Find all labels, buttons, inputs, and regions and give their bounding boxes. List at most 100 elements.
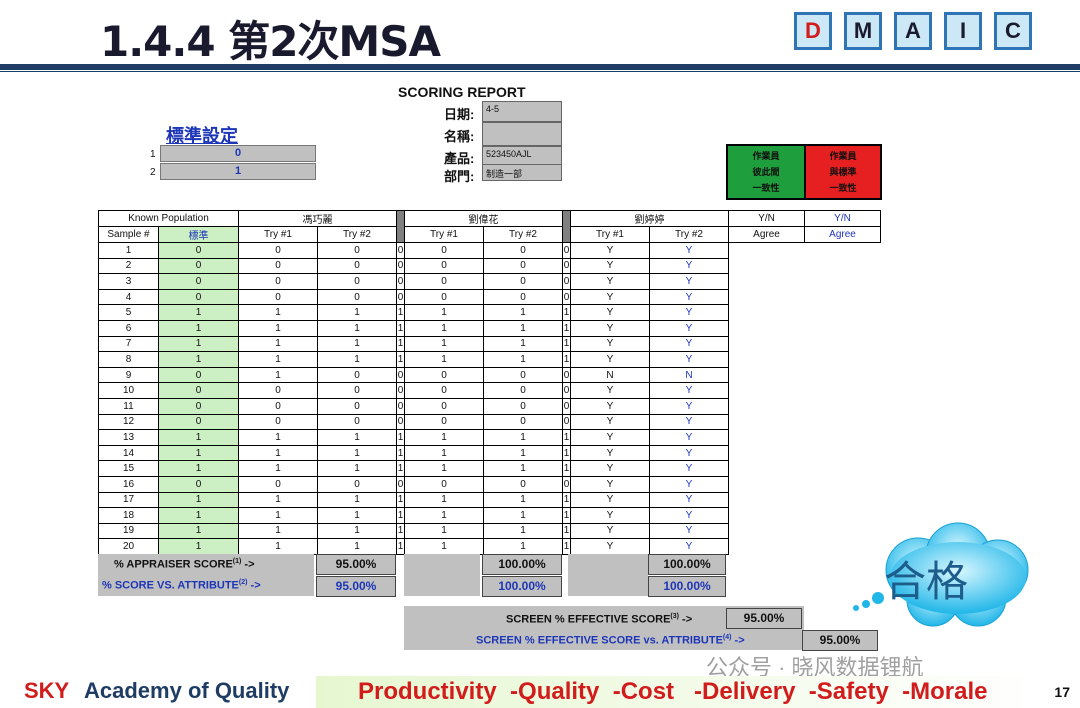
table-row: 13 1 1 1 1 1 1 1 Y Y (98, 429, 881, 446)
table-cell: 0 (317, 382, 397, 399)
slide-title: 1.4.4 第2次MSA (100, 17, 441, 66)
table-cell: Y (649, 429, 729, 446)
table-cell: Y (570, 507, 650, 524)
table-cell: 1 (158, 335, 239, 353)
screen-score-text: SCREEN % EFFECTIVE SCORE (506, 613, 671, 626)
table-cell: 0 (483, 397, 563, 415)
table-cell: 0 (317, 366, 397, 384)
table-cell: 0 (158, 397, 239, 415)
table-cell: 0 (238, 242, 318, 259)
appraiser-1-score: 95.00% (316, 554, 396, 575)
table-cell: Y (570, 491, 650, 509)
table-cell: Y (649, 382, 729, 399)
table-cell: 1 (396, 429, 405, 446)
table-cell: 0 (158, 288, 239, 306)
table-cell: 1 (317, 538, 397, 555)
appraiser-1-attribute-score: 95.00% (316, 576, 396, 597)
table-cell: 1 (158, 491, 239, 509)
table-row: 51111111YY (98, 304, 881, 321)
table-cell: 1 (562, 491, 571, 509)
table-cell: 2 (98, 257, 159, 275)
table-cell: 0 (238, 475, 318, 493)
table-row: 81111111YY (98, 351, 881, 368)
table-cell: Y (570, 319, 650, 337)
table-cell: 0 (562, 288, 571, 306)
table-cell: 0 (317, 288, 397, 306)
name-label: 名稱: (444, 129, 475, 144)
table-cell: 1 (317, 319, 397, 337)
table-cell: 0 (562, 242, 571, 259)
table-cell: Y (649, 491, 729, 509)
table-row: 10 0 0 0 0 0 0 0 Y Y (98, 382, 881, 399)
table-row: 14 1 1 1 1 1 1 1 Y Y (98, 444, 881, 462)
page-number: 17 (1054, 684, 1070, 700)
table-cell: 1 (404, 429, 484, 446)
product-label: 產品: (444, 151, 475, 166)
attribute-score-label: % SCORE VS. ATTRIBUTE(2) -> (102, 579, 261, 592)
table-cell: 8 (98, 351, 159, 368)
table-cell: 1 (562, 444, 571, 462)
table-cell: 9 (98, 366, 159, 384)
screen-score-value: 95.00% (726, 608, 802, 629)
scoring-table: Known Population 馮巧麗 劉偉花 劉婷婷 Y/N Y/N Sam… (98, 210, 881, 555)
report-heading: SCORING REPORT (398, 84, 526, 100)
table-row: 90100000NN (98, 366, 881, 384)
appraiser-3-header: 劉婷婷 (570, 210, 729, 227)
table-cell: 0 (317, 413, 397, 431)
standard-value-1: 0 (160, 145, 316, 162)
agreement-legend: 作業員 彼此間 一致性 作業員 與標準 一致性 (726, 144, 882, 200)
table-cell: 1 (317, 522, 397, 540)
column-separator (396, 210, 405, 243)
dmaic-c: C (994, 12, 1032, 50)
table-cell: 1 (238, 460, 318, 477)
screen-score-label: SCREEN % EFFECTIVE SCORE(3) -> (506, 613, 692, 626)
table-cell: 0 (158, 413, 239, 431)
table-cell: 1 (483, 522, 563, 540)
table-cell: 0 (158, 257, 239, 275)
table-body: 10000000YY20000000YY30000000YY40000000YY… (98, 242, 881, 555)
table-cell: 0 (317, 242, 397, 259)
table-cell: 1 (404, 444, 484, 462)
table-cell: Y (649, 413, 729, 431)
table-cell: 0 (317, 273, 397, 290)
table-cell: 0 (483, 413, 563, 431)
table-cell: 1 (238, 491, 318, 509)
agree-header: Agree (728, 226, 805, 243)
table-cell: Y (649, 288, 729, 306)
table-cell: 0 (396, 382, 405, 399)
table-cell: 0 (562, 366, 571, 384)
table-cell: 1 (158, 429, 239, 446)
table-cell: 1 (483, 351, 563, 368)
table-cell: 0 (317, 397, 397, 415)
table-cell: 0 (238, 288, 318, 306)
table-cell: Y (649, 522, 729, 540)
table-cell: 0 (483, 288, 563, 306)
table-cell: 0 (483, 257, 563, 275)
table-cell: Y (570, 351, 650, 368)
table-cell: Y (649, 319, 729, 337)
table-cell: 1 (562, 319, 571, 337)
table-row: 16 0 0 0 0 0 0 0 Y Y (98, 475, 881, 493)
appraiser-score-text: % APPRAISER SCORE (114, 558, 233, 571)
table-cell: N (570, 366, 650, 384)
date-field: 4-5 (482, 101, 562, 122)
table-cell: 1 (238, 507, 318, 524)
table-cell: 15 (98, 460, 159, 477)
table-cell: 1 (317, 491, 397, 509)
table-cell: Y (649, 397, 729, 415)
table-cell: Y (570, 288, 650, 306)
table-cell: 0 (483, 475, 563, 493)
table-cell: 1 (396, 304, 405, 321)
table-cell: 14 (98, 444, 159, 462)
known-population-header: Known Population (98, 210, 239, 227)
appraiser-3-attribute-score: 100.00% (648, 576, 726, 597)
table-cell: Y (570, 273, 650, 290)
table-cell: 0 (562, 475, 571, 493)
table-cell: 1 (562, 429, 571, 446)
table-cell: 0 (404, 366, 484, 384)
screen-score-arrow: -> (678, 613, 693, 626)
screen-attr-arrow: -> (731, 634, 745, 647)
table-cell: 1 (396, 491, 405, 509)
table-cell: 1 (404, 351, 484, 368)
table-cell: 0 (158, 382, 239, 399)
